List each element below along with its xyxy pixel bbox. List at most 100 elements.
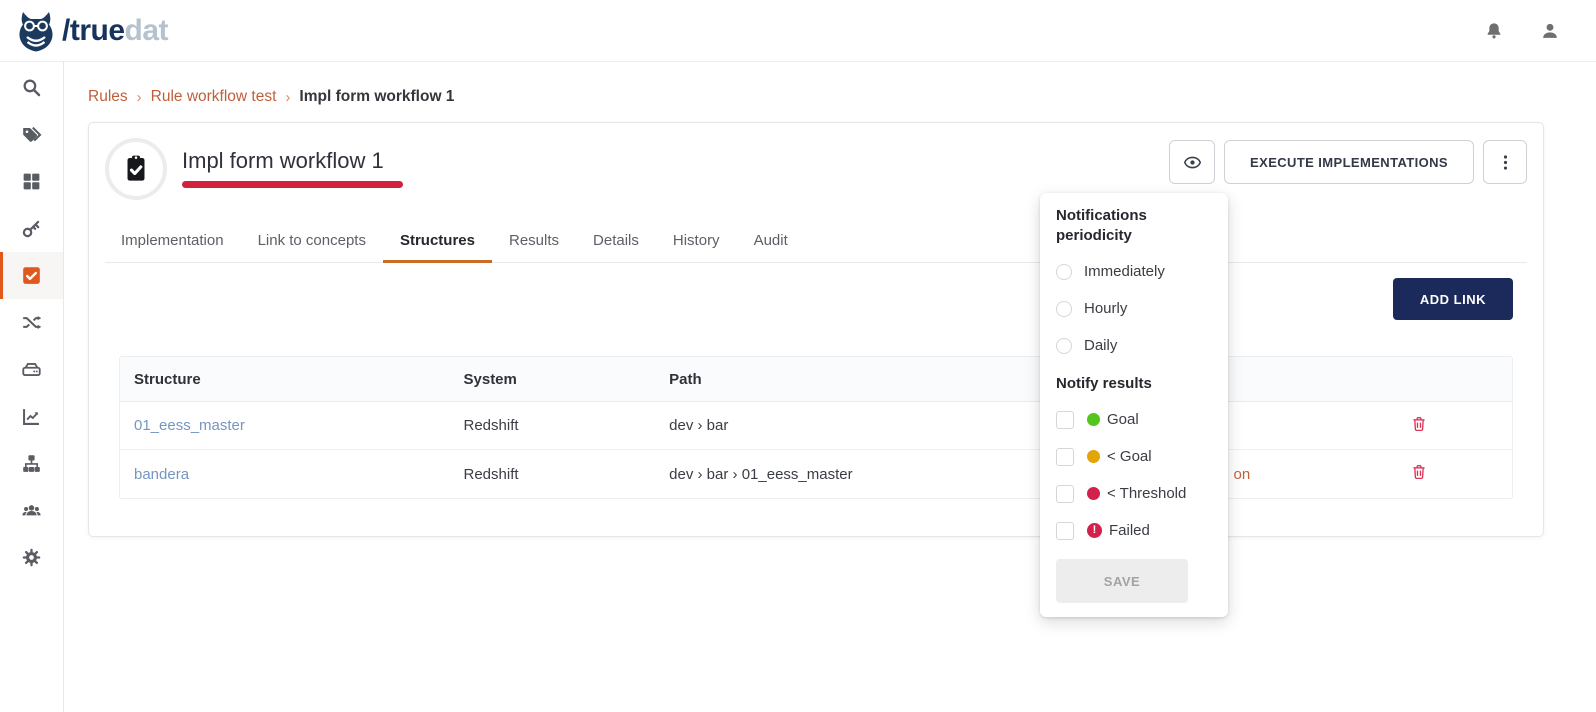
sidebar <box>0 62 64 712</box>
checkbox-icon[interactable] <box>1056 411 1074 429</box>
checkbox-option-goal[interactable]: Goal <box>1056 401 1212 438</box>
sidebar-item-settings[interactable] <box>0 534 63 581</box>
table-row: 01_eess_master Redshift dev › bar <box>120 402 1512 450</box>
header-actions <box>1484 21 1560 41</box>
checkbox-icon[interactable] <box>1056 448 1074 466</box>
tags-icon <box>21 124 42 145</box>
card-actions: EXECUTE IMPLEMENTATIONS <box>1169 138 1527 184</box>
tab-history[interactable]: History <box>673 222 720 262</box>
execute-implementations-button[interactable]: EXECUTE IMPLEMENTATIONS <box>1224 140 1474 184</box>
radio-label: Immediately <box>1084 263 1165 280</box>
notifications-button[interactable] <box>1484 21 1504 41</box>
breadcrumb-separator: › <box>137 89 142 106</box>
sidebar-item-permissions[interactable] <box>0 205 63 252</box>
view-toggle-button[interactable] <box>1169 140 1215 184</box>
user-icon <box>1540 21 1560 41</box>
breadcrumb-link-rule-workflow-test[interactable]: Rule workflow test <box>151 88 277 106</box>
breadcrumb: Rules › Rule workflow test › Impl form w… <box>88 88 1596 106</box>
tab-implementation[interactable]: Implementation <box>121 222 224 262</box>
page-title: Impl form workflow 1 <box>182 148 403 174</box>
users-group-icon <box>21 500 42 521</box>
breadcrumb-link-rules[interactable]: Rules <box>88 88 128 106</box>
sidebar-item-search[interactable] <box>0 64 63 111</box>
radio-option-immediately[interactable]: Immediately <box>1056 253 1212 290</box>
table-row: bandera Redshift dev › bar › 01_eess_mas… <box>120 450 1512 498</box>
implementation-badge <box>105 138 167 200</box>
popup-title-notify-results: Notify results <box>1056 374 1212 394</box>
column-header-path: Path <box>655 357 1039 402</box>
sidebar-item-tags[interactable] <box>0 111 63 158</box>
bell-icon <box>1484 21 1504 41</box>
checkbox-label: Goal <box>1107 411 1139 428</box>
delete-structure-button[interactable] <box>1410 463 1428 481</box>
main-content: Rules › Rule workflow test › Impl form w… <box>64 62 1596 712</box>
checkbox-label: Failed <box>1109 522 1150 539</box>
tab-structures[interactable]: Structures <box>400 222 475 262</box>
more-options-button[interactable] <box>1483 140 1527 184</box>
structure-link[interactable]: bandera <box>134 466 189 483</box>
checkbox-option-below-threshold[interactable]: < Threshold <box>1056 475 1212 512</box>
radio-icon[interactable] <box>1056 301 1072 317</box>
tab-bar: Implementation Link to concepts Structur… <box>105 222 1527 263</box>
checkbox-icon[interactable] <box>1056 522 1074 540</box>
tab-results[interactable]: Results <box>509 222 559 262</box>
eye-icon <box>1183 153 1202 172</box>
tab-audit[interactable]: Audit <box>754 222 788 262</box>
sidebar-item-users[interactable] <box>0 487 63 534</box>
checkbox-label: < Goal <box>1107 448 1152 465</box>
sidebar-item-insights[interactable] <box>0 393 63 440</box>
structure-link[interactable]: 01_eess_master <box>134 417 245 434</box>
structures-panel: ADD LINK Structure System Path <box>89 278 1543 499</box>
radio-icon[interactable] <box>1056 264 1072 280</box>
breadcrumb-current: Impl form workflow 1 <box>299 88 454 106</box>
table-header-row: Structure System Path <box>120 357 1512 402</box>
brand-text-secondary: dat <box>125 14 169 47</box>
notifications-popup: Notifications periodicity Immediately Ho… <box>1040 193 1228 617</box>
radio-label: Hourly <box>1084 300 1127 317</box>
failed-exclamation-icon <box>1087 523 1102 538</box>
brand-logo[interactable]: /truedat <box>14 9 168 53</box>
sidebar-item-quality[interactable] <box>0 252 63 299</box>
popup-title-periodicity: Notifications periodicity <box>1056 206 1212 246</box>
path-cell: dev › bar <box>655 402 1039 450</box>
delete-structure-button[interactable] <box>1410 415 1428 433</box>
below-threshold-status-dot <box>1087 487 1100 500</box>
checkbox-option-below-goal[interactable]: < Goal <box>1056 438 1212 475</box>
checkbox-icon[interactable] <box>1056 485 1074 503</box>
drive-icon <box>21 359 42 380</box>
card-header: Impl form workflow 1 EXECUTE IMPLEMENTAT… <box>89 123 1543 200</box>
column-header-structure: Structure <box>120 357 450 402</box>
link-fragment[interactable]: on <box>1234 466 1251 483</box>
radio-icon[interactable] <box>1056 338 1072 354</box>
trash-icon <box>1410 463 1428 481</box>
key-icon <box>21 218 42 239</box>
column-header-actions <box>1326 357 1512 402</box>
sidebar-item-lineage[interactable] <box>0 299 63 346</box>
save-button[interactable]: SAVE <box>1056 559 1188 603</box>
check-square-icon <box>21 265 42 286</box>
radio-label: Daily <box>1084 337 1117 354</box>
sidebar-item-hierarchy[interactable] <box>0 440 63 487</box>
checkbox-option-failed[interactable]: Failed <box>1056 512 1212 549</box>
radio-option-hourly[interactable]: Hourly <box>1056 290 1212 327</box>
brand-text: /truedat <box>62 14 168 48</box>
trash-icon <box>1410 415 1428 433</box>
clipboard-check-icon <box>119 152 153 186</box>
tab-details[interactable]: Details <box>593 222 639 262</box>
sidebar-item-dashboard[interactable] <box>0 158 63 205</box>
dashboard-grid-icon <box>21 171 42 192</box>
search-icon <box>21 77 42 98</box>
checkbox-label: < Threshold <box>1107 485 1186 502</box>
title-block: Impl form workflow 1 <box>182 138 403 188</box>
profile-button[interactable] <box>1540 21 1560 41</box>
sidebar-item-systems[interactable] <box>0 346 63 393</box>
tab-link-to-concepts[interactable]: Link to concepts <box>258 222 366 262</box>
shuffle-icon <box>21 312 42 333</box>
radio-option-daily[interactable]: Daily <box>1056 327 1212 364</box>
implementation-card: Impl form workflow 1 EXECUTE IMPLEMENTAT… <box>88 122 1544 537</box>
goal-status-dot <box>1087 413 1100 426</box>
kebab-menu-icon <box>1496 153 1515 172</box>
add-link-button[interactable]: ADD LINK <box>1393 278 1513 320</box>
system-cell: Redshift <box>450 402 656 450</box>
column-header-system: System <box>450 357 656 402</box>
